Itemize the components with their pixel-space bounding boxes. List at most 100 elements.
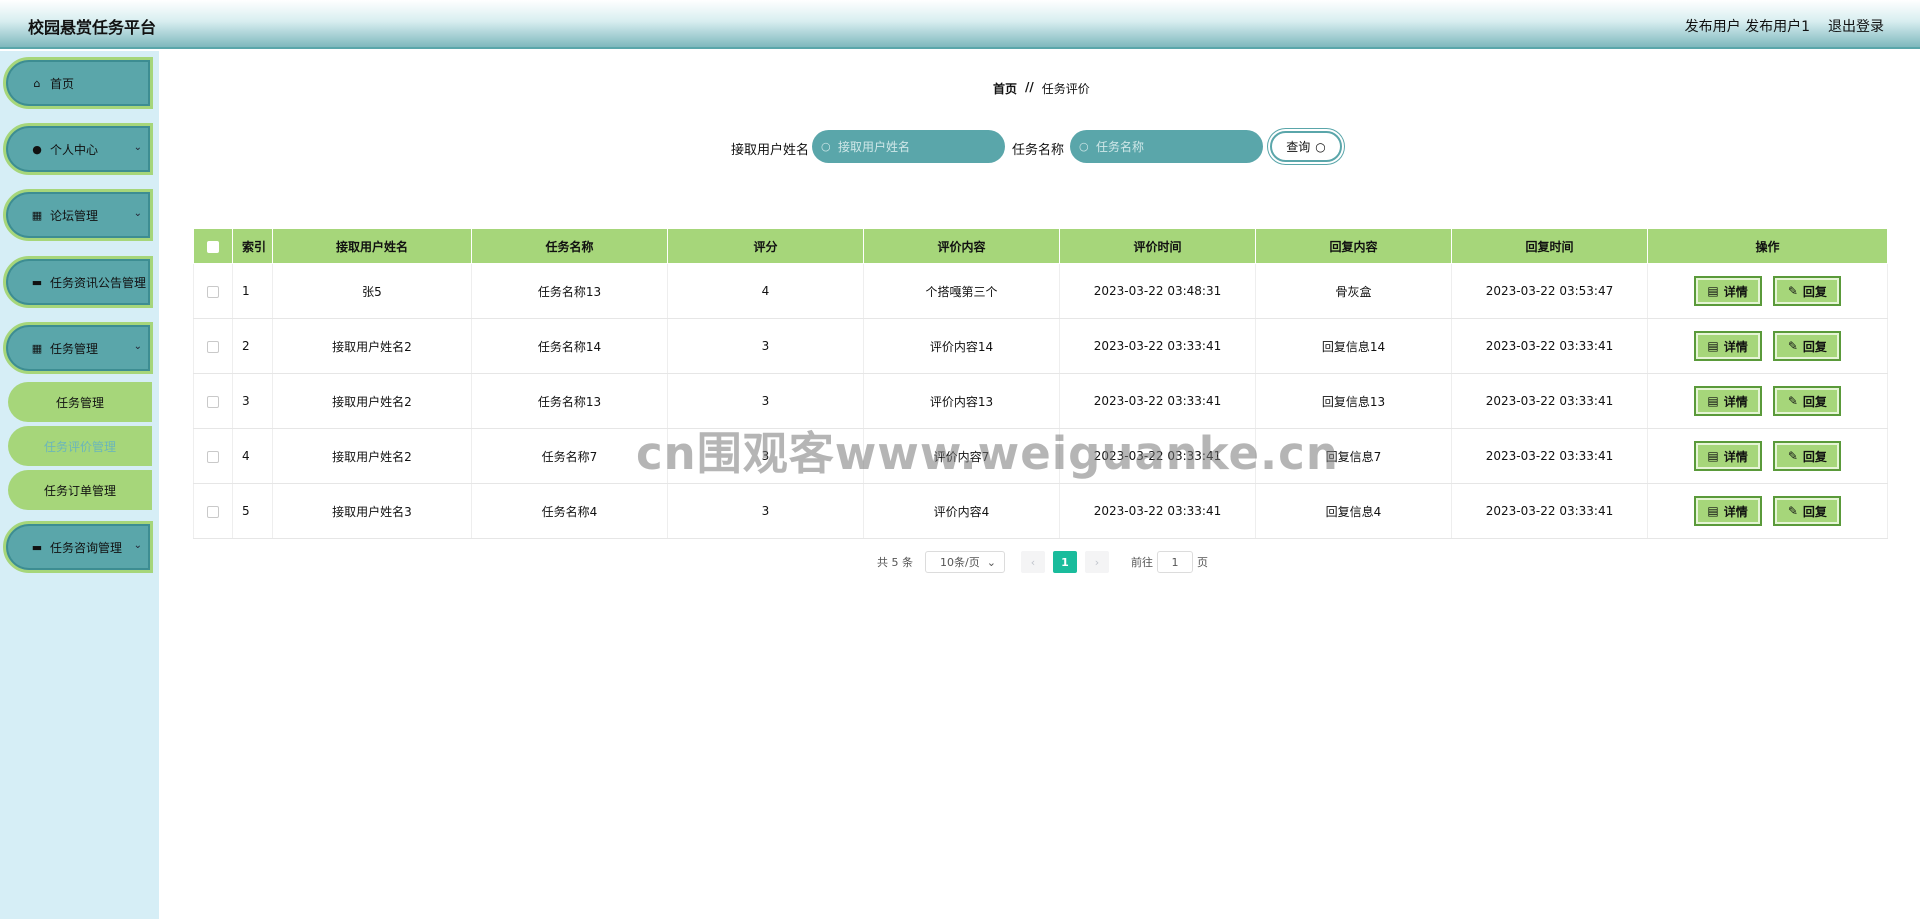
reply-button[interactable]: ✎ 回复	[1773, 276, 1842, 306]
edit-icon: ✎	[1787, 284, 1798, 298]
prev-page-button[interactable]: ‹	[1021, 551, 1045, 573]
sidebar-subitem-label: 任务评价管理	[43, 439, 116, 454]
sidebar-subitem-task[interactable]: 任务管理	[8, 382, 152, 422]
sidebar-item-label: 个人中心	[50, 142, 99, 157]
cell-user: 接取用户姓名2	[272, 318, 472, 374]
cell-score: 3	[667, 373, 864, 429]
column-header-actions: 操作	[1647, 228, 1888, 264]
reply-button-label: 回复	[1802, 394, 1827, 409]
user-name: 发布用户1	[1745, 19, 1810, 35]
detail-button-label: 详情	[1723, 504, 1748, 519]
search-icon: ○	[1079, 140, 1089, 153]
document-icon: ▤	[1707, 504, 1719, 518]
row-checkbox[interactable]	[207, 450, 219, 463]
cell-content: 个搭嘎第三个	[863, 263, 1060, 319]
document-icon: ▤	[1707, 394, 1719, 408]
reply-button[interactable]: ✎ 回复	[1773, 441, 1842, 471]
sidebar-item-task-manage[interactable]: ▦ 任务管理 ⌄	[3, 322, 153, 374]
page-jump-label: 前往	[1131, 556, 1153, 569]
cell-reply: 回复信息7	[1255, 428, 1452, 484]
detail-button[interactable]: ▤ 详情	[1693, 386, 1762, 416]
page-jump-input[interactable]	[1157, 551, 1193, 573]
sidebar-item-label: 任务管理	[50, 341, 99, 356]
detail-button[interactable]: ▤ 详情	[1693, 441, 1762, 471]
detail-button-label: 详情	[1723, 339, 1748, 354]
page-size-select[interactable]: 10条/页 ⌄	[925, 551, 1005, 573]
page-number-current[interactable]: 1	[1053, 551, 1077, 573]
document-icon: ▤	[1707, 449, 1719, 463]
cell-reply: 回复信息14	[1255, 318, 1452, 374]
query-button[interactable]: 查询 ○	[1270, 131, 1342, 162]
detail-button[interactable]: ▤ 详情	[1693, 496, 1762, 526]
task-name-label: 任务名称	[1012, 143, 1065, 158]
cell-actions: ▤ 详情 ✎ 回复	[1647, 373, 1888, 429]
home-icon: ⌂	[33, 76, 41, 90]
select-all-checkbox[interactable]	[193, 228, 233, 264]
column-header-content: 评价内容	[863, 228, 1060, 264]
search-icon: ○	[1315, 139, 1326, 154]
cell-user: 接取用户姓名3	[272, 483, 472, 539]
cell-score: 4	[667, 263, 864, 319]
grid-icon: ▦	[31, 208, 43, 222]
sidebar-item-forum[interactable]: ▦ 论坛管理 ⌄	[3, 189, 153, 241]
cell-index: 1	[232, 263, 273, 319]
edit-icon: ✎	[1787, 504, 1798, 518]
cell-time: 2023-03-22 03:33:41	[1059, 428, 1256, 484]
cell-score: 3	[667, 428, 864, 484]
row-checkbox[interactable]	[207, 395, 219, 408]
sidebar: ⌂ 首页 ● 个人中心 ⌄ ▦ 论坛管理 ⌄ ▬ 任务资讯公告管理 ⌄ ▦ 任务…	[0, 51, 159, 919]
sidebar-item-task-consult[interactable]: ▬ 任务咨询管理 ⌄	[3, 521, 153, 573]
cell-actions: ▤ 详情 ✎ 回复	[1647, 318, 1888, 374]
query-button-label: 查询	[1286, 140, 1311, 154]
detail-button-label: 详情	[1723, 394, 1748, 409]
checkbox[interactable]	[207, 240, 219, 253]
row-checkbox[interactable]	[207, 340, 219, 353]
chevron-down-icon: ⌄	[133, 341, 142, 352]
reply-button-label: 回复	[1802, 284, 1827, 299]
cell-task: 任务名称13	[471, 373, 668, 429]
sidebar-subitem-task-order[interactable]: 任务订单管理	[8, 470, 152, 510]
row-checkbox-cell	[193, 263, 233, 319]
breadcrumb-home[interactable]: 首页	[993, 80, 1017, 97]
cell-task: 任务名称4	[471, 483, 668, 539]
row-checkbox-cell	[193, 318, 233, 374]
reply-button[interactable]: ✎ 回复	[1773, 386, 1842, 416]
reply-button[interactable]: ✎ 回复	[1773, 331, 1842, 361]
sidebar-item-personal-center[interactable]: ● 个人中心 ⌄	[3, 123, 153, 175]
cell-time: 2023-03-22 03:33:41	[1059, 373, 1256, 429]
cell-actions: ▤ 详情 ✎ 回复	[1647, 428, 1888, 484]
cell-index: 2	[232, 318, 273, 374]
user-role: 发布用户	[1684, 19, 1741, 35]
detail-button-label: 详情	[1723, 284, 1748, 299]
detail-button[interactable]: ▤ 详情	[1693, 276, 1762, 306]
sidebar-item-home[interactable]: ⌂ 首页	[3, 57, 153, 109]
sidebar-subitem-task-review[interactable]: 任务评价管理	[8, 426, 152, 466]
cell-task: 任务名称7	[471, 428, 668, 484]
breadcrumb-separator: //	[1025, 80, 1034, 94]
cell-reply: 回复信息13	[1255, 373, 1452, 429]
cell-reply-time: 2023-03-22 03:33:41	[1451, 318, 1648, 374]
page-size-value: 10条/页	[940, 556, 980, 569]
row-checkbox-cell	[193, 373, 233, 429]
row-checkbox[interactable]	[207, 285, 219, 298]
detail-button[interactable]: ▤ 详情	[1693, 331, 1762, 361]
monitor-icon: ▬	[31, 540, 43, 554]
task-name-search-input[interactable]	[1070, 130, 1263, 163]
user-name-search-input[interactable]	[812, 130, 1005, 163]
monitor-icon: ▬	[31, 275, 43, 289]
reply-button[interactable]: ✎ 回复	[1773, 496, 1842, 526]
cell-reply: 回复信息4	[1255, 483, 1452, 539]
row-checkbox[interactable]	[207, 505, 219, 518]
column-header-score: 评分	[667, 228, 864, 264]
cell-index: 3	[232, 373, 273, 429]
sidebar-subitem-label: 任务管理	[55, 395, 104, 410]
table-row: 2 接取用户姓名2 任务名称14 3 评价内容14 2023-03-22 03:…	[193, 318, 1888, 374]
logout-link[interactable]: 退出登录	[1828, 16, 1884, 36]
sidebar-item-label: 任务咨询管理	[50, 540, 123, 555]
app-title: 校园悬赏任务平台	[28, 18, 157, 37]
sidebar-item-task-news[interactable]: ▬ 任务资讯公告管理 ⌄	[3, 256, 153, 308]
review-table: 索引 接取用户姓名 任务名称 评分 评价内容 评价时间 回复内容 回复时间 操作…	[193, 228, 1888, 539]
next-page-button[interactable]: ›	[1085, 551, 1109, 573]
sidebar-item-label: 任务资讯公告管理	[50, 275, 147, 290]
chevron-down-icon: ⌄	[986, 555, 996, 569]
